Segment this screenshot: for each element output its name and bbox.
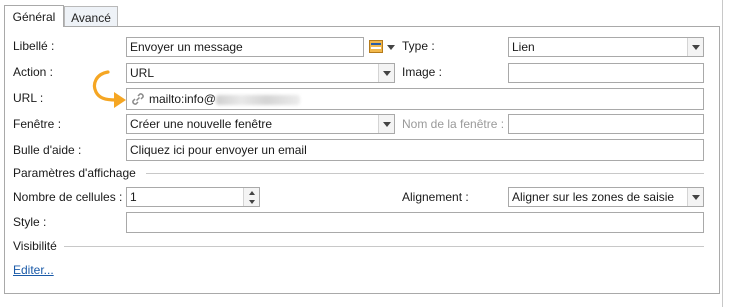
cellules-value: 1 — [130, 190, 137, 204]
url-input[interactable]: mailto:info@ — [126, 88, 704, 110]
chevron-down-icon — [687, 38, 703, 56]
url-label: URL : — [13, 91, 44, 105]
libelle-input[interactable]: Envoyer un message — [126, 37, 364, 57]
nom-fenetre-input[interactable] — [508, 114, 704, 134]
libelle-label: Libellé : — [13, 39, 55, 53]
chevron-down-icon — [378, 64, 394, 82]
style-input[interactable] — [126, 212, 704, 233]
alignement-label: Alignement : — [402, 190, 469, 204]
cellules-label: Nombre de cellules : — [13, 190, 123, 204]
chevron-down-icon[interactable] — [387, 45, 395, 50]
stepper-up-icon[interactable] — [244, 188, 259, 197]
stepper-down-icon[interactable] — [244, 197, 259, 206]
editer-link[interactable]: Editer... — [13, 263, 54, 277]
cellules-stepper[interactable]: 1 — [126, 187, 260, 207]
chevron-down-icon — [687, 188, 703, 206]
visibilite-divider — [64, 246, 704, 247]
affichage-section-label: Paramètres d'affichage — [13, 166, 136, 180]
style-label: Style : — [13, 215, 47, 229]
link-icon — [130, 91, 146, 107]
tab-general[interactable]: Général — [4, 5, 64, 27]
redacted-email — [215, 94, 300, 105]
fenetre-select[interactable]: Créer une nouvelle fenêtre — [126, 114, 395, 134]
visibilite-section-label: Visibilité — [13, 239, 57, 253]
action-select-value: URL — [130, 66, 155, 80]
type-select[interactable]: Lien — [508, 37, 704, 57]
type-select-value: Lien — [512, 40, 535, 54]
fenetre-label: Fenêtre : — [13, 117, 62, 131]
action-label: Action : — [13, 65, 54, 79]
action-select[interactable]: URL — [126, 63, 395, 83]
type-label: Type : — [402, 39, 435, 53]
image-input[interactable] — [508, 63, 704, 83]
curved-arrow-icon — [90, 68, 130, 112]
affichage-divider — [146, 173, 704, 174]
alignement-select-value: Aligner sur les zones de saisie — [512, 190, 675, 204]
alignement-select[interactable]: Aligner sur les zones de saisie — [508, 187, 704, 207]
nom-fenetre-label: Nom de la fenêtre : — [402, 117, 505, 131]
url-value: mailto:info@ — [149, 92, 216, 106]
fenetre-select-value: Créer une nouvelle fenêtre — [130, 117, 273, 131]
picker-icon[interactable] — [369, 39, 383, 54]
tab-avance[interactable]: Avancé — [64, 6, 118, 27]
image-label: Image : — [402, 65, 443, 79]
bulle-input[interactable]: Cliquez ici pour envoyer un email — [126, 139, 704, 161]
chevron-down-icon — [378, 115, 394, 133]
bulle-label: Bulle d'aide : — [13, 143, 82, 157]
window-border — [722, 0, 723, 307]
